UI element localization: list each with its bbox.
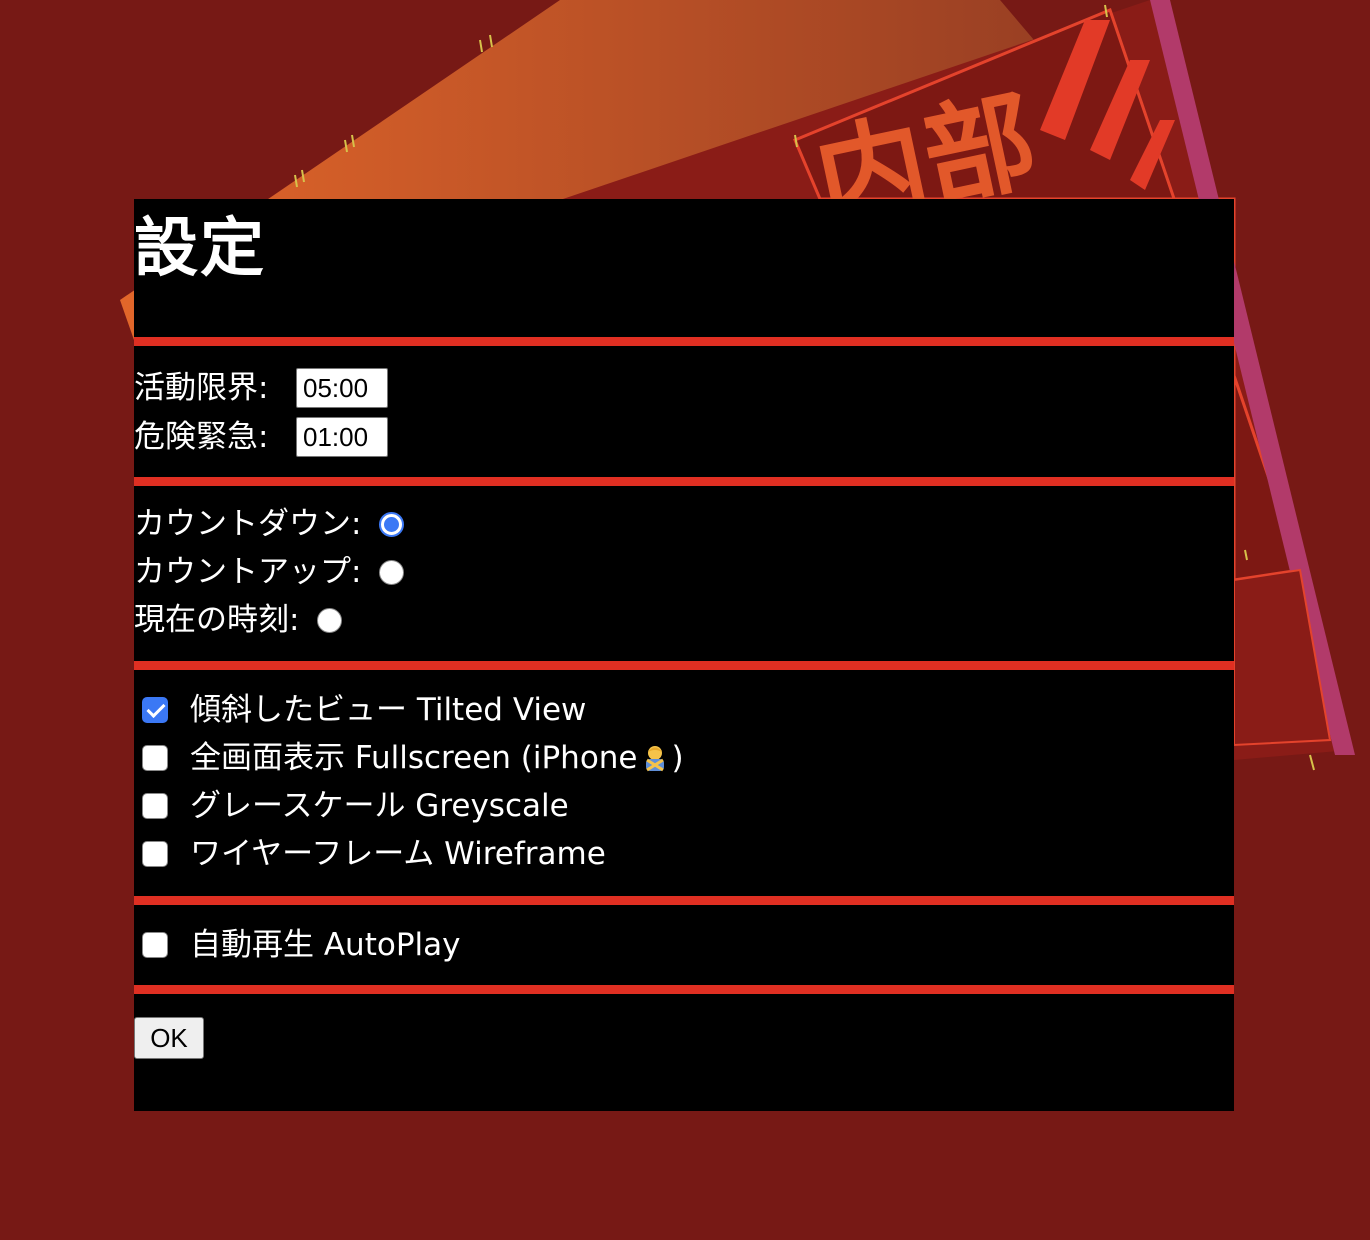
emergency-limit-label: 危険緊急: (134, 419, 269, 455)
actions-section: OK (134, 994, 1234, 1107)
autoplay-label: 自動再生 AutoPlay (190, 927, 461, 963)
countdown-option[interactable]: カウントダウン: (134, 504, 405, 544)
fullscreen-option[interactable]: 全画面表示 Fullscreen (iPhone ) (134, 738, 684, 778)
wireframe-checkbox[interactable] (142, 841, 168, 867)
view-options-section: 傾斜したビュー Tilted View 全画面表示 Fullscreen (iP… (134, 670, 1234, 896)
section-divider (134, 896, 1234, 905)
countup-option[interactable]: カウントアップ: (134, 552, 405, 592)
greyscale-checkbox[interactable] (142, 793, 168, 819)
dialog-title: 設定 (134, 212, 266, 286)
greyscale-label: グレースケール Greyscale (190, 788, 569, 824)
activity-limit-input[interactable]: 05:00 (296, 368, 388, 408)
person-gesturing-no-icon (645, 746, 664, 772)
current-time-label: 現在の時刻: (134, 602, 300, 638)
tilted-view-checkbox[interactable] (142, 697, 168, 723)
fullscreen-label-suffix: ) (671, 740, 684, 776)
fullscreen-label: 全画面表示 Fullscreen (iPhone (190, 740, 638, 776)
wireframe-label: ワイヤーフレーム Wireframe (190, 836, 606, 872)
emergency-limit-input[interactable]: 01:00 (296, 417, 388, 457)
ok-button[interactable]: OK (134, 1017, 204, 1059)
time-limits-section: 活動限界: 05:00 危険緊急: 01:00 (134, 346, 1234, 477)
section-divider (134, 661, 1234, 670)
timer-mode-section: カウントダウン: カウントアップ: 現在の時刻: (134, 486, 1234, 661)
emergency-limit-row: 危険緊急: 01:00 (134, 417, 388, 457)
tilted-view-label: 傾斜したビュー Tilted View (190, 692, 587, 728)
section-divider (134, 337, 1234, 346)
fullscreen-checkbox[interactable] (142, 745, 168, 771)
activity-limit-row: 活動限界: 05:00 (134, 368, 388, 408)
countup-label: カウントアップ: (134, 554, 362, 590)
autoplay-checkbox[interactable] (142, 932, 168, 958)
wireframe-option[interactable]: ワイヤーフレーム Wireframe (134, 834, 606, 874)
section-divider (134, 985, 1234, 994)
current-time-radio[interactable] (317, 607, 343, 633)
autoplay-section: 自動再生 AutoPlay (134, 905, 1234, 985)
tilted-view-option[interactable]: 傾斜したビュー Tilted View (134, 690, 586, 730)
countdown-radio[interactable] (379, 511, 405, 537)
countup-radio[interactable] (379, 559, 405, 585)
autoplay-option[interactable]: 自動再生 AutoPlay (134, 925, 460, 965)
current-time-option[interactable]: 現在の時刻: (134, 600, 343, 640)
countdown-label: カウントダウン: (134, 506, 362, 542)
activity-limit-label: 活動限界: (134, 370, 269, 406)
settings-dialog: 設定 活動限界: 05:00 危険緊急: 01:00 カウントダウン: カウント… (134, 199, 1234, 1111)
section-divider (134, 477, 1234, 486)
greyscale-option[interactable]: グレースケール Greyscale (134, 786, 569, 826)
